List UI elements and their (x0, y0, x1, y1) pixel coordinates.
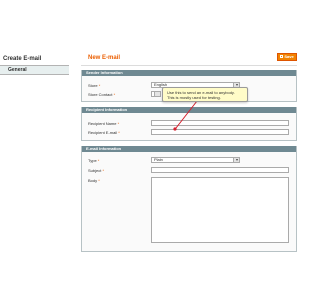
tab-general[interactable]: General (0, 65, 69, 75)
page: Create E-mail General New E-mail Save Se… (0, 0, 300, 300)
tab-general-label: General (8, 67, 27, 73)
recipient-email-input[interactable] (151, 129, 289, 135)
page-title: New E-mail (88, 55, 121, 61)
tooltip: Use this to send an e-mail to anybody. T… (162, 87, 248, 102)
type-select-value: Plain (154, 157, 163, 162)
tooltip-line-2: This is mostly used for testing. (167, 95, 221, 100)
sidebar-title: Create E-mail (3, 56, 42, 62)
store-label: Store * (88, 83, 101, 88)
save-icon (280, 55, 284, 59)
chevron-down-icon (236, 84, 238, 86)
store-contact-select[interactable] (151, 91, 161, 97)
store-contact-label: Store Contact * (88, 92, 116, 97)
save-button-label: Save (284, 54, 294, 59)
recipient-email-label: Recipient E-mail * (88, 130, 120, 135)
subject-label: Subject * (88, 168, 105, 173)
recipient-section-title: Recipient Information (82, 107, 296, 113)
recipient-name-label: Recipient Name * (88, 121, 120, 126)
type-select[interactable]: Plain (151, 157, 240, 163)
body-textarea[interactable] (151, 177, 289, 243)
chevron-down-icon (236, 159, 238, 161)
subject-input[interactable] (151, 167, 289, 173)
sidebar: Create E-mail General (0, 51, 69, 300)
email-section-title: E-mail Information (82, 146, 296, 152)
body-label: Body * (88, 178, 100, 183)
save-button[interactable]: Save (277, 53, 297, 61)
recipient-name-input[interactable] (151, 120, 289, 126)
type-label: Type * (88, 158, 100, 163)
page-header: New E-mail Save (81, 53, 297, 66)
sender-section-title: Sender Information (82, 70, 296, 76)
